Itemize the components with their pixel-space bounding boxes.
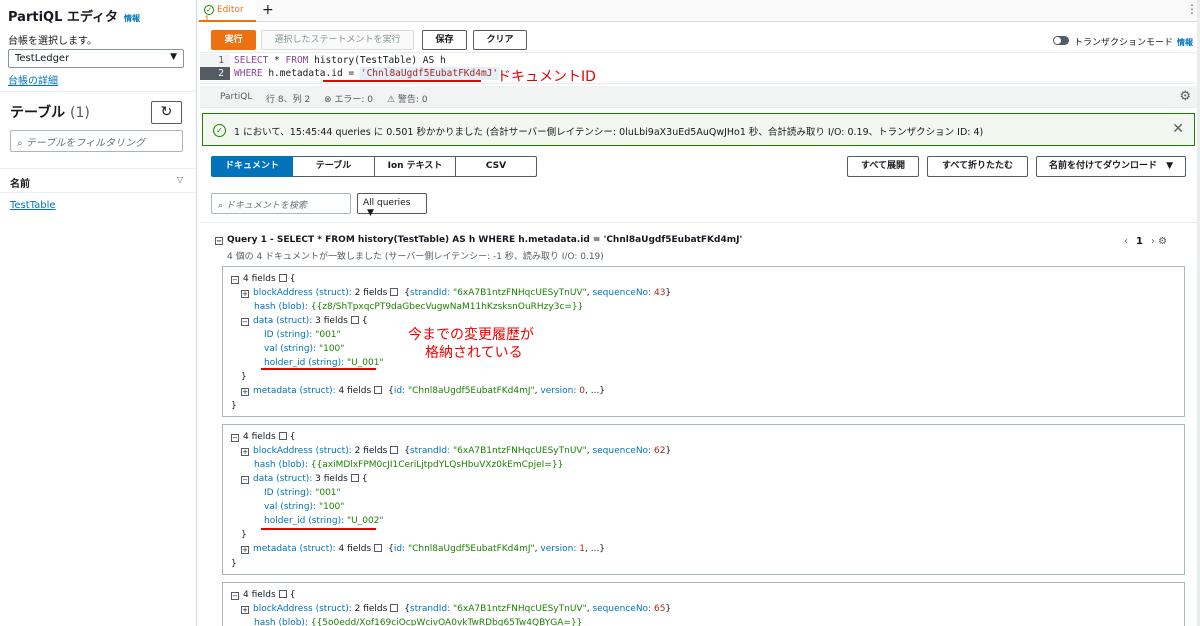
status-errors[interactable]: ⊗ エラー: 0 bbox=[324, 92, 373, 105]
collapse-icon[interactable]: − bbox=[241, 318, 249, 326]
document-card: −4 fields{ + blockAddress (struct): 2 fie… bbox=[222, 266, 1185, 417]
copy-icon[interactable] bbox=[390, 288, 399, 296]
copy-icon[interactable] bbox=[278, 432, 287, 440]
view-segmented-control: ドキュメント テーブル Ion テキスト CSV bbox=[211, 156, 537, 177]
refresh-button[interactable]: ↻ bbox=[151, 101, 182, 124]
query-filter-select[interactable]: All queries ▼ bbox=[357, 193, 427, 218]
line-number: 1 bbox=[200, 54, 230, 67]
annotation-history-line1: 今までの変更履歴が bbox=[408, 327, 534, 343]
copy-icon[interactable] bbox=[374, 386, 383, 394]
success-icon: ✓ bbox=[213, 124, 226, 137]
document-card: −4 fields{ + blockAddress (struct): 2 fie… bbox=[222, 582, 1185, 626]
add-tab-icon[interactable]: + bbox=[262, 2, 274, 18]
annotation-history-line2: 格納されている bbox=[425, 345, 523, 361]
code-line: SELECT * FROM history(TestTable) AS h bbox=[234, 55, 446, 66]
expand-icon[interactable]: + bbox=[241, 388, 249, 396]
status-position: 行 8、列 2 bbox=[266, 95, 311, 105]
gear-icon[interactable]: ⚙ bbox=[1179, 89, 1191, 104]
ledger-details-link[interactable]: 台帳の詳細 bbox=[8, 72, 58, 87]
tables-heading: テーブル (1) bbox=[10, 105, 90, 121]
expand-icon[interactable]: + bbox=[241, 606, 249, 614]
red-underline bbox=[323, 80, 481, 82]
pagination: ‹ 1 › ⚙ bbox=[1124, 236, 1167, 247]
sort-icon[interactable]: ▽ bbox=[177, 175, 183, 184]
collapse-icon[interactable]: − bbox=[231, 434, 239, 442]
left-panel: PartiQL エディタ 情報 台帳を選択します。 TestLedger ▼ 台帳の… bbox=[0, 0, 197, 626]
copy-icon[interactable] bbox=[350, 316, 359, 324]
run-button[interactable]: 実行 bbox=[211, 30, 256, 50]
refresh-icon: ↻ bbox=[160, 104, 173, 120]
close-icon[interactable]: ✕ bbox=[1172, 121, 1184, 137]
name-column-header[interactable]: 名前 bbox=[10, 175, 30, 190]
copy-icon[interactable] bbox=[390, 604, 399, 612]
ledger-select[interactable]: TestLedger ▼ bbox=[8, 49, 184, 68]
status-bar: PartiQL 行 8、列 2 ⊗ エラー: 0 ⚠ 警告: 0 ⚙ bbox=[200, 86, 1197, 108]
success-message: 1 において、15:45:44 queries に 0.501 秒かかりました … bbox=[234, 127, 984, 138]
red-underline bbox=[261, 528, 376, 530]
page-number[interactable]: 1 bbox=[1136, 236, 1143, 247]
search-icon: ⌕ bbox=[218, 201, 224, 211]
gear-icon[interactable]: ⚙ bbox=[1158, 236, 1167, 247]
check-icon: ✓ bbox=[204, 5, 214, 15]
copy-icon[interactable] bbox=[390, 446, 399, 454]
collapse-icon[interactable]: − bbox=[231, 276, 239, 284]
editor-tabs: ✓ Editor 1 + ⋮ bbox=[197, 0, 1200, 25]
tab-editor-1[interactable]: ✓ Editor 1 bbox=[199, 0, 256, 25]
collapse-all-button[interactable]: すべて折りたたむ bbox=[927, 156, 1028, 177]
query-header[interactable]: − Query 1 - SELECT * FROM history(TestTab… bbox=[215, 235, 742, 245]
panel-title: PartiQL エディタ 情報 bbox=[8, 10, 140, 25]
run-selected-button[interactable]: 選択したステートメントを実行 bbox=[261, 30, 414, 50]
collapse-icon[interactable]: − bbox=[241, 476, 249, 484]
annotation-doc-id: ドキュメントID bbox=[497, 69, 596, 85]
document-card: −4 fields{ + blockAddress (struct): 2 fie… bbox=[222, 424, 1185, 575]
query-summary: 4 個の 4 ドキュメントが一致しました (サーバー側レイテンシー: -1 秒、… bbox=[227, 252, 604, 262]
ledger-label: 台帳を選択します。 bbox=[8, 36, 97, 47]
download-as-button[interactable]: 名前を付けてダウンロード ▼ bbox=[1036, 156, 1186, 177]
copy-icon[interactable] bbox=[278, 590, 287, 598]
tab-csv[interactable]: CSV bbox=[456, 156, 537, 177]
tab-documents[interactable]: ドキュメント bbox=[211, 156, 293, 177]
next-page-icon[interactable]: › bbox=[1151, 236, 1155, 247]
copy-icon[interactable] bbox=[374, 544, 383, 552]
info-link[interactable]: 情報 bbox=[124, 14, 140, 23]
search-icon: ⌕ bbox=[17, 138, 23, 149]
expand-all-button[interactable]: すべて展開 bbox=[847, 156, 919, 177]
expand-icon[interactable]: + bbox=[241, 448, 249, 456]
info-link[interactable]: 情報 bbox=[1177, 38, 1193, 47]
copy-icon[interactable] bbox=[278, 274, 287, 282]
expand-icon[interactable]: + bbox=[241, 290, 249, 298]
caret-down-icon: ▼ bbox=[367, 208, 374, 218]
status-warnings[interactable]: ⚠ 警告: 0 bbox=[387, 92, 428, 105]
tab-ion-text[interactable]: Ion テキスト bbox=[375, 156, 456, 177]
caret-down-icon: ▼ bbox=[1166, 161, 1174, 171]
red-underline bbox=[261, 368, 376, 370]
expand-icon[interactable]: + bbox=[241, 546, 249, 554]
document-search-input[interactable]: ⌕ ドキュメントを検索 bbox=[211, 193, 351, 214]
tab-table[interactable]: テーブル bbox=[293, 156, 375, 177]
table-item-testtable[interactable]: TestTable bbox=[10, 200, 56, 211]
copy-icon[interactable] bbox=[350, 474, 359, 482]
line-number: 2 bbox=[200, 67, 230, 80]
caret-down-icon: ▼ bbox=[170, 52, 177, 62]
table-filter-input[interactable]: ⌕ テーブルをフィルタリング bbox=[10, 130, 183, 152]
prev-page-icon[interactable]: ‹ bbox=[1124, 236, 1128, 247]
save-button[interactable]: 保存 bbox=[422, 30, 467, 50]
collapse-icon[interactable]: − bbox=[231, 592, 239, 600]
status-language: PartiQL bbox=[220, 92, 253, 102]
success-alert: ✓ 1 において、15:45:44 queries に 0.501 秒かかりまし… bbox=[202, 113, 1195, 146]
transaction-mode-label: トランザクションモード 情報 bbox=[1074, 38, 1194, 48]
transaction-mode-toggle[interactable] bbox=[1053, 36, 1069, 45]
code-line: WHERE h.metadata.id = 'Chnl8aUgdf5EubatF… bbox=[234, 67, 500, 80]
clear-button[interactable]: クリア bbox=[473, 30, 527, 50]
collapse-icon[interactable]: − bbox=[215, 237, 223, 245]
